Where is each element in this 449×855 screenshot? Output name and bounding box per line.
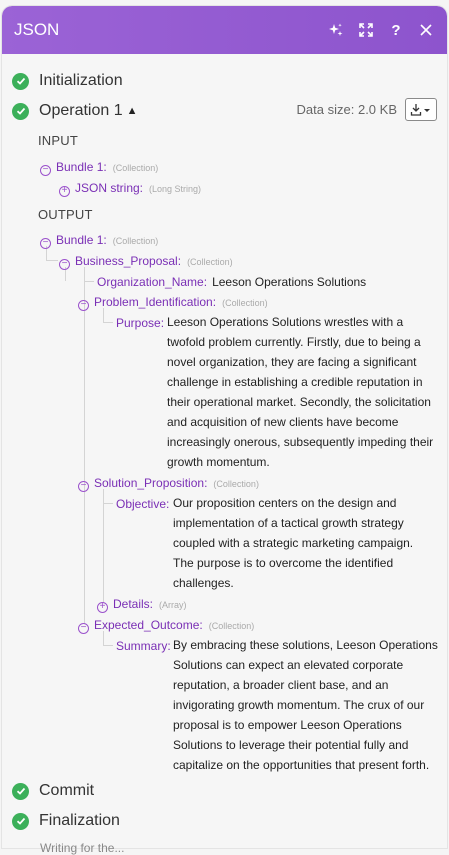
node-type: (Collection) [187, 257, 233, 267]
output-bundle-node[interactable]: − Bundle 1: (Collection) [40, 233, 159, 249]
node-type: (Long String) [149, 184, 202, 194]
data-size: Data size: 2.0 KB [296, 102, 397, 117]
tree-line [84, 281, 94, 282]
phase-label: Operation 1 [39, 102, 123, 119]
node-key: Organization_Name: [97, 275, 208, 289]
help-icon[interactable]: ? [387, 21, 405, 39]
business-proposal-node[interactable]: − Business_Proposal: (Collection) [59, 254, 233, 270]
tree-line [103, 308, 104, 322]
organization-name-node: Organization_Name: Leeson Operations Sol… [97, 275, 366, 289]
download-icon [410, 103, 430, 116]
node-key: Bundle 1: [56, 160, 107, 174]
summary-node: Summary: [116, 639, 171, 653]
check-circle-icon [12, 782, 29, 800]
node-key: Objective: [116, 497, 170, 511]
phase-label: Commit [39, 782, 95, 799]
node-key: Business_Proposal: [75, 254, 182, 268]
node-key: Details: [113, 597, 154, 611]
tree-line [103, 489, 104, 603]
tree-line [46, 260, 58, 261]
tree-line [84, 267, 85, 624]
tree-line [103, 322, 113, 323]
node-type: (Collection) [112, 163, 159, 173]
collapse-icon[interactable]: − [40, 164, 51, 176]
node-key: Solution_Proposition: [94, 476, 208, 490]
header-actions: ? [327, 21, 435, 39]
phase-label: Finalization [39, 812, 120, 829]
panel-title: JSON [14, 20, 60, 39]
node-key: Purpose: [116, 316, 165, 330]
objective-node: Objective: [116, 497, 169, 511]
node-type: (Array) [159, 600, 187, 610]
ai-sparkle-icon[interactable] [327, 21, 345, 39]
check-circle-icon [12, 102, 29, 120]
close-icon[interactable] [417, 21, 435, 39]
node-value: Leeson Operations Solutions [212, 275, 367, 289]
node-key: Expected_Outcome: [94, 618, 203, 632]
expand-plus-icon[interactable]: + [97, 601, 108, 613]
phase-label: Initialization [39, 72, 123, 89]
summary-value: By embracing these solutions, Leeson Ope… [173, 638, 438, 772]
input-bundle-node[interactable]: − Bundle 1: (Collection) [40, 160, 159, 176]
node-key: Problem_Identification: [94, 295, 217, 309]
node-key: JSON string: [75, 181, 144, 195]
collapse-icon[interactable]: − [40, 237, 51, 249]
problem-identification-node[interactable]: − Problem_Identification: (Collection) [78, 295, 268, 311]
purpose-value: Leeson Operations Solutions wrestles wit… [167, 315, 434, 469]
json-string-node[interactable]: + JSON string: (Long String) [59, 181, 202, 197]
collapse-icon[interactable]: − [59, 258, 70, 270]
phase-finalization[interactable]: Finalization [12, 812, 120, 830]
node-type: (Collection) [208, 621, 255, 631]
expected-outcome-node[interactable]: − Expected_Outcome: (Collection) [78, 618, 255, 634]
download-button[interactable] [405, 98, 437, 121]
details-node[interactable]: + Details: (Array) [97, 597, 187, 613]
phase-initialization[interactable]: Initialization [12, 72, 123, 90]
tree-line [103, 503, 113, 504]
node-type: (Collection) [112, 236, 159, 246]
phase-commit[interactable]: Commit [12, 782, 94, 800]
tree-line [103, 631, 104, 645]
collapse-icon[interactable]: − [78, 299, 89, 311]
output-heading: OUTPUT [38, 207, 93, 222]
expand-icon[interactable] [357, 21, 375, 39]
expand-plus-icon[interactable]: + [59, 185, 70, 197]
purpose-node: Purpose: [116, 316, 164, 330]
panel-header: JSON ? [2, 6, 447, 54]
node-key: Summary: [116, 639, 171, 653]
tree-line [103, 645, 113, 646]
check-circle-icon [12, 812, 29, 830]
input-heading: INPUT [38, 133, 78, 148]
solution-proposition-node[interactable]: − Solution_Proposition: (Collection) [78, 476, 259, 492]
node-type: (Collection) [222, 298, 268, 308]
objective-value: Our proposition centers on the design an… [173, 496, 414, 590]
node-key: Bundle 1: [56, 233, 107, 247]
check-circle-icon [12, 72, 29, 90]
phase-operation-1[interactable]: Operation 1 ▲ [12, 102, 138, 120]
caret-up-icon[interactable]: ▲ [127, 105, 138, 117]
collapse-icon[interactable]: − [78, 622, 89, 634]
node-type: (Collection) [213, 479, 259, 489]
collapse-icon[interactable]: − [78, 480, 89, 492]
